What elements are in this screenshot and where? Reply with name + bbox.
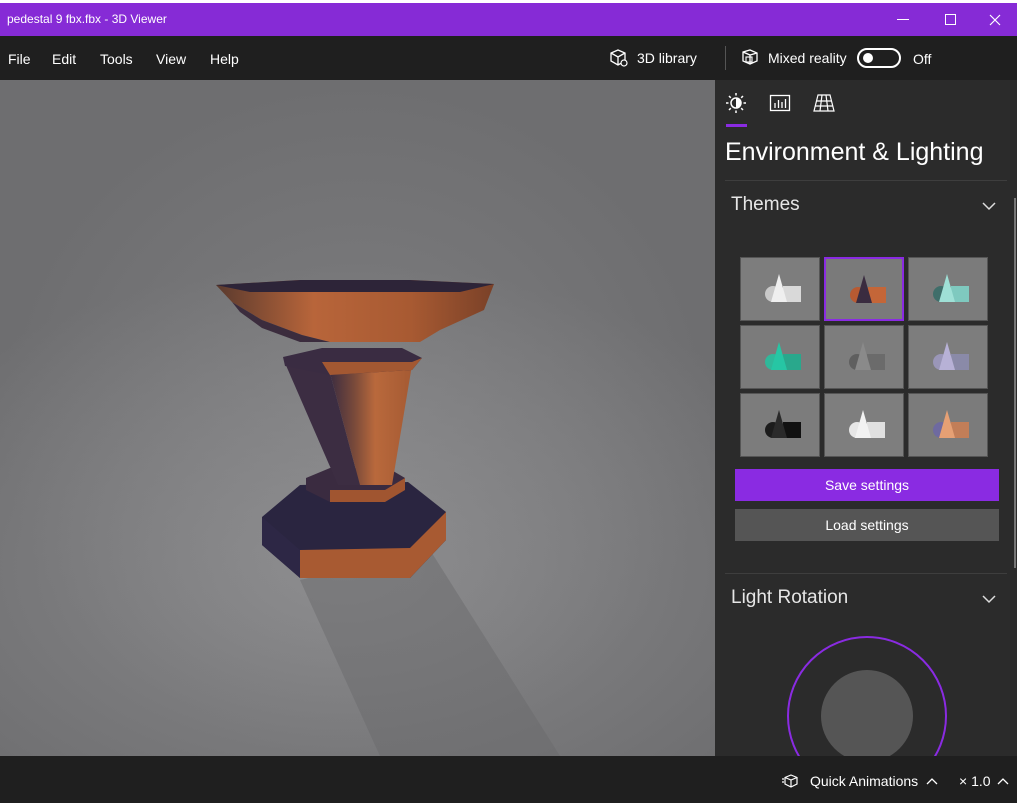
- grid-floor-icon: [813, 94, 835, 112]
- chevron-up-icon: [926, 778, 938, 785]
- light-rotation-header: Light Rotation: [731, 587, 849, 608]
- close-button[interactable]: [972, 3, 1017, 36]
- animation-speed-label: × 1.0: [959, 773, 991, 789]
- minimize-icon: [897, 18, 909, 20]
- mixed-reality-label: Mixed reality: [768, 50, 847, 66]
- light-rotation-dial[interactable]: [787, 636, 947, 756]
- close-icon: [989, 14, 1001, 25]
- theme-tile[interactable]: [824, 393, 904, 457]
- theme-tile[interactable]: [740, 257, 820, 321]
- animation-speed-button[interactable]: × 1.0: [959, 773, 1009, 789]
- theme-tile[interactable]: [908, 393, 988, 457]
- theme-tile[interactable]: [908, 257, 988, 321]
- 3d-library-label: 3D library: [637, 50, 697, 66]
- theme-tile[interactable]: [740, 393, 820, 457]
- tab-lighting[interactable]: [725, 92, 751, 118]
- theme-preview-orange: [850, 275, 886, 303]
- theme-preview-teal: [765, 342, 801, 370]
- quick-animations-button[interactable]: Quick Animations: [782, 773, 938, 789]
- maximize-icon: [944, 14, 956, 25]
- cube-library-icon: [610, 49, 628, 67]
- chevron-up-icon: [997, 778, 1008, 785]
- sun-icon: [726, 93, 746, 113]
- theme-preview-light: [849, 410, 885, 438]
- title-bar-top-line: [0, 0, 1017, 3]
- mixed-reality-toggle[interactable]: [857, 48, 901, 68]
- menu-separator: [725, 46, 726, 70]
- light-rotation-chevron-down-icon[interactable]: [981, 594, 997, 604]
- themes-chevron-down-icon[interactable]: [981, 201, 997, 211]
- mixed-reality-state: Off: [913, 51, 932, 67]
- light-rotation-knob[interactable]: [821, 670, 913, 756]
- theme-preview-white: [765, 274, 801, 302]
- themes-header: Themes: [731, 194, 800, 215]
- animation-cube-icon: [782, 774, 798, 788]
- theme-preview-gray: [849, 342, 885, 370]
- environment-panel: Environment & Lighting Themes Save setti…: [715, 80, 1017, 756]
- active-tab-indicator: [726, 124, 747, 127]
- window-title: pedestal 9 fbx.fbx - 3D Viewer: [7, 12, 167, 26]
- panel-tabs: [715, 80, 1017, 130]
- theme-tile[interactable]: [824, 325, 904, 389]
- divider: [725, 573, 1007, 574]
- mixed-reality-icon: [742, 49, 758, 65]
- theme-preview-sunset: [933, 410, 969, 438]
- bottom-bar: Quick Animations × 1.0: [0, 756, 1017, 803]
- theme-tile[interactable]: [740, 325, 820, 389]
- theme-preview-mint: [933, 274, 969, 302]
- theme-preview-black: [765, 410, 801, 438]
- menu-view[interactable]: View: [156, 51, 186, 67]
- load-settings-button[interactable]: Load settings: [735, 509, 999, 541]
- menu-tools[interactable]: Tools: [100, 51, 133, 67]
- menu-edit[interactable]: Edit: [52, 51, 76, 67]
- minimize-button[interactable]: [880, 3, 926, 36]
- menu-bar: File Edit Tools View Help 3D library Mix…: [0, 36, 1017, 80]
- theme-preview-lavender: [933, 342, 969, 370]
- maximize-button[interactable]: [927, 3, 973, 36]
- toggle-knob: [863, 53, 873, 63]
- theme-tile[interactable]: [908, 325, 988, 389]
- mixed-reality-button[interactable]: Mixed reality: [740, 45, 847, 71]
- stats-chart-icon: [769, 94, 791, 112]
- save-settings-button[interactable]: Save settings: [735, 469, 999, 501]
- menu-file[interactable]: File: [8, 51, 31, 67]
- pedestal-model[interactable]: [0, 80, 715, 756]
- quick-animations-label: Quick Animations: [810, 773, 919, 789]
- menu-help[interactable]: Help: [210, 51, 239, 67]
- theme-tile-selected[interactable]: [824, 257, 904, 321]
- panel-title: Environment & Lighting: [725, 138, 984, 166]
- divider: [725, 180, 1007, 181]
- 3d-library-button[interactable]: 3D library: [609, 45, 697, 71]
- title-bar: pedestal 9 fbx.fbx - 3D Viewer: [0, 0, 1017, 36]
- panel-scrollbar[interactable]: [1014, 198, 1016, 568]
- tab-stats[interactable]: [769, 92, 795, 118]
- 3d-viewport[interactable]: [0, 80, 715, 756]
- tab-grid[interactable]: [813, 92, 839, 118]
